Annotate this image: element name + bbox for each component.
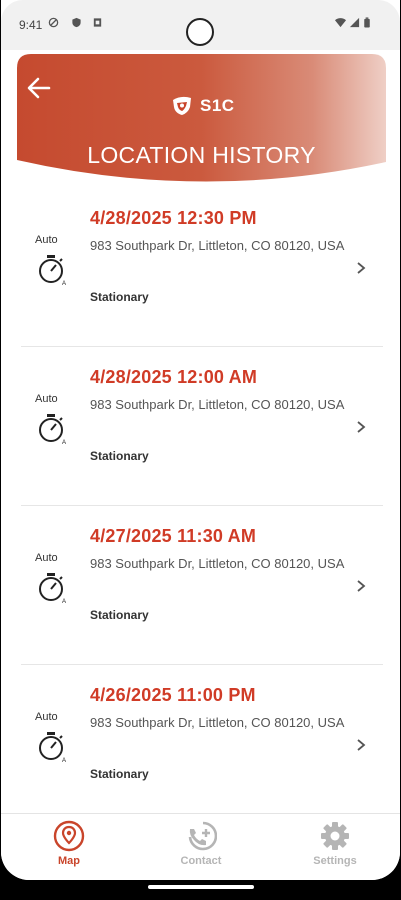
mode-label: Auto (35, 234, 58, 246)
divider (21, 505, 383, 506)
home-indicator[interactable] (148, 885, 254, 889)
wifi-icon (335, 18, 346, 28)
app-screen: 9:41 S1C LOCATION HISTORY Auto A 4/28/20… (1, 0, 400, 880)
mode-label: Auto (35, 711, 58, 723)
entry-address: 983 Southpark Dr, Littleton, CO 80120, U… (90, 397, 345, 412)
tab-contact[interactable]: Contact (161, 820, 241, 876)
svg-text:A: A (62, 281, 66, 286)
chevron-right-icon[interactable] (355, 738, 367, 752)
page-title: LOCATION HISTORY (87, 142, 316, 168)
mode-label: Auto (35, 552, 58, 564)
stopwatch-icon: A (39, 255, 66, 286)
tab-map-label: Map (58, 855, 80, 867)
bottom-tab-bar: Map Contact Settings (1, 813, 400, 880)
entry-status: Stationary (90, 449, 149, 463)
back-arrow-button[interactable] (23, 72, 55, 104)
svg-text:A: A (62, 599, 66, 604)
divider (21, 664, 383, 665)
chevron-right-icon[interactable] (355, 420, 367, 434)
tab-settings-label: Settings (313, 855, 357, 867)
sim-icon (93, 18, 102, 27)
chevron-right-icon[interactable] (355, 579, 367, 593)
entry-datetime: 4/27/2025 11:30 AM (90, 526, 257, 546)
list-item[interactable]: Auto A 4/28/2025 12:30 PM 983 Southpark … (21, 190, 383, 348)
header-background (17, 54, 386, 182)
status-time: 9:41 (19, 18, 43, 32)
list-item[interactable]: Auto A 4/26/2025 11:00 PM 983 Southpark … (21, 667, 383, 825)
tab-map[interactable]: Map (29, 820, 109, 876)
add-call-icon (188, 821, 217, 851)
entry-address: 983 Southpark Dr, Littleton, CO 80120, U… (90, 238, 345, 253)
divider (21, 346, 383, 347)
stopwatch-icon: A (39, 732, 66, 763)
stopwatch-icon: A (39, 414, 66, 445)
entry-address: 983 Southpark Dr, Littleton, CO 80120, U… (90, 715, 345, 730)
list-item[interactable]: Auto A 4/27/2025 11:30 AM 983 Southpark … (21, 508, 383, 666)
entry-status: Stationary (90, 767, 149, 781)
entry-status: Stationary (90, 290, 149, 304)
chevron-right-icon[interactable] (355, 261, 367, 275)
entry-datetime: 4/28/2025 12:30 PM (90, 208, 257, 228)
svg-text:A: A (62, 758, 66, 763)
battery-icon (364, 17, 370, 28)
entry-datetime: 4/28/2025 12:00 AM (90, 367, 258, 387)
entry-status: Stationary (90, 608, 149, 622)
cell-signal-icon (349, 17, 360, 28)
tab-contact-label: Contact (180, 855, 222, 867)
status-bar: 9:41 (1, 0, 400, 50)
logo-text: S1C (200, 96, 235, 115)
phone-frame: 9:41 S1C LOCATION HISTORY Auto A 4/28/20… (0, 0, 401, 900)
front-camera (186, 18, 214, 46)
shield-icon (72, 17, 81, 28)
tab-settings[interactable]: Settings (295, 820, 375, 876)
map-pin-icon (53, 820, 85, 852)
entry-address: 983 Southpark Dr, Littleton, CO 80120, U… (90, 556, 345, 571)
stopwatch-icon: A (39, 573, 66, 604)
mode-label: Auto (35, 393, 58, 405)
entry-datetime: 4/26/2025 11:00 PM (90, 685, 256, 705)
svg-text:A: A (62, 440, 66, 445)
list-item[interactable]: Auto A 4/28/2025 12:00 AM 983 Southpark … (21, 349, 383, 507)
page-header: S1C LOCATION HISTORY (17, 54, 386, 194)
do-not-disturb-icon (48, 17, 59, 28)
gear-icon (321, 822, 349, 850)
